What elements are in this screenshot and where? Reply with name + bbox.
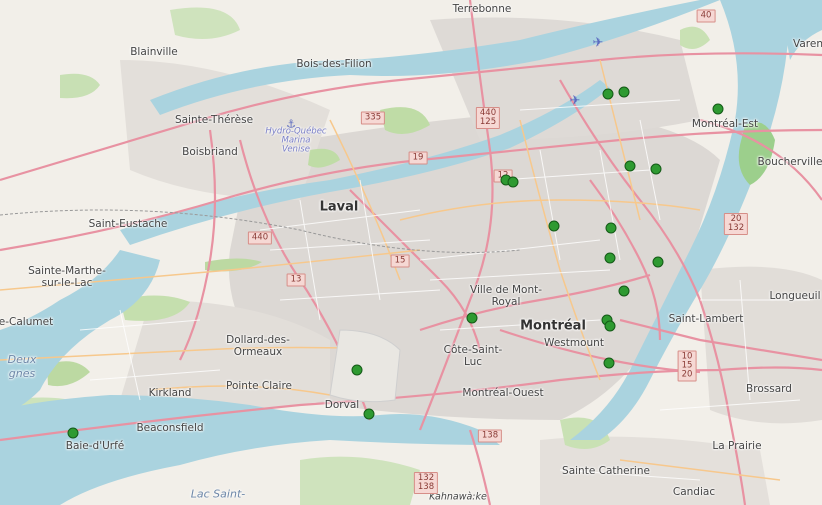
- map-marker[interactable]: [618, 86, 630, 98]
- place-label-brossard: Brossard: [746, 383, 792, 395]
- map-marker[interactable]: [466, 312, 478, 324]
- map-canvas[interactable]: Terrebonne Blainville Bois-des-Filion Sa…: [0, 0, 822, 505]
- route-shield-335: 335: [360, 111, 386, 125]
- place-label-montreal: Montréal: [520, 318, 586, 334]
- map-marker[interactable]: [351, 364, 363, 376]
- map-marker[interactable]: [67, 427, 79, 439]
- route-shield-40: 40: [696, 9, 716, 23]
- place-label-saint-eustache: Saint-Eustache: [88, 218, 168, 230]
- route-shield-440-125: 440 125: [475, 107, 501, 129]
- map-marker[interactable]: [650, 163, 662, 175]
- route-shield-20-132: 20 132: [723, 213, 749, 235]
- place-label-la-prairie: La Prairie: [712, 440, 762, 452]
- place-label-pointe-claire: Pointe Claire: [225, 380, 293, 392]
- water-label-lac-saint-louis: Lac Saint-: [190, 487, 246, 501]
- place-label-sainte-catherine: Sainte Catherine: [562, 465, 650, 477]
- route-shield-132-138: 132 138: [413, 472, 439, 494]
- place-label-saint-lambert: Saint-Lambert: [668, 313, 744, 325]
- map-marker[interactable]: [507, 176, 519, 188]
- place-label-beaconsfield: Beaconsfield: [136, 422, 204, 434]
- place-label-varennes: Varen: [792, 38, 822, 50]
- place-label-westmount: Westmount: [544, 337, 604, 349]
- place-label-blainville: Blainville: [130, 46, 178, 58]
- place-label-sainte-marthe-sur-le-lac: Sainte-Marthe- sur-le-Lac: [28, 265, 106, 289]
- map-marker[interactable]: [618, 285, 630, 297]
- route-shield-138: 138: [477, 429, 503, 443]
- map-marker[interactable]: [363, 408, 375, 420]
- place-label-boucherville: Boucherville: [757, 156, 822, 168]
- water-label-deux-montagnes: Deux gnes: [7, 353, 37, 380]
- marina-icon: ⚓: [286, 117, 296, 131]
- route-shield-10-15-20: 10 15 20: [677, 350, 697, 382]
- place-label-longueuil: Longueuil: [769, 290, 821, 302]
- place-label-cote-saint-luc: Côte-Saint- Luc: [443, 344, 503, 368]
- place-label-montreal-est: Montréal-Est: [691, 118, 759, 130]
- place-label-dollard-des-ormeaux: Dollard-des- Ormeaux: [226, 334, 290, 358]
- map-marker[interactable]: [624, 160, 636, 172]
- map-marker[interactable]: [603, 357, 615, 369]
- route-shield-13: 13: [286, 273, 306, 287]
- map-marker[interactable]: [602, 88, 614, 100]
- place-label-dorval: Dorval: [324, 399, 360, 411]
- place-label-bois-des-filion: Bois-des-Filion: [296, 58, 372, 70]
- place-label-calumet: e-Calumet: [0, 316, 54, 328]
- place-label-montreal-ouest: Montréal-Ouest: [462, 387, 544, 399]
- map-marker[interactable]: [548, 220, 560, 232]
- map-marker[interactable]: [604, 252, 616, 264]
- route-shield-440: 440: [247, 231, 273, 245]
- place-label-terrebonne: Terrebonne: [452, 3, 512, 15]
- airport-icon: ✈: [569, 93, 581, 109]
- map-base-layer: [0, 0, 822, 505]
- place-label-laval: Laval: [319, 199, 359, 215]
- place-label-ville-de-mont-royal: Ville de Mont- Royal: [469, 284, 543, 308]
- airport-icon: ✈: [592, 35, 604, 51]
- map-marker[interactable]: [652, 256, 664, 268]
- place-label-baie-durfe: Baie-d'Urfé: [65, 440, 125, 452]
- map-marker[interactable]: [712, 103, 724, 115]
- place-label-hydro-quebec-marina: Hydro-Québec Marina Venise: [265, 126, 327, 155]
- place-label-candiac: Candiac: [672, 486, 716, 498]
- route-shield-15: 15: [390, 254, 410, 268]
- place-label-sainte-therese: Sainte-Thérèse: [174, 114, 254, 126]
- map-marker[interactable]: [604, 320, 616, 332]
- map-marker[interactable]: [605, 222, 617, 234]
- route-shield-19: 19: [408, 151, 428, 165]
- place-label-kirkland: Kirkland: [148, 387, 192, 399]
- place-label-boisbriand: Boisbriand: [182, 146, 238, 158]
